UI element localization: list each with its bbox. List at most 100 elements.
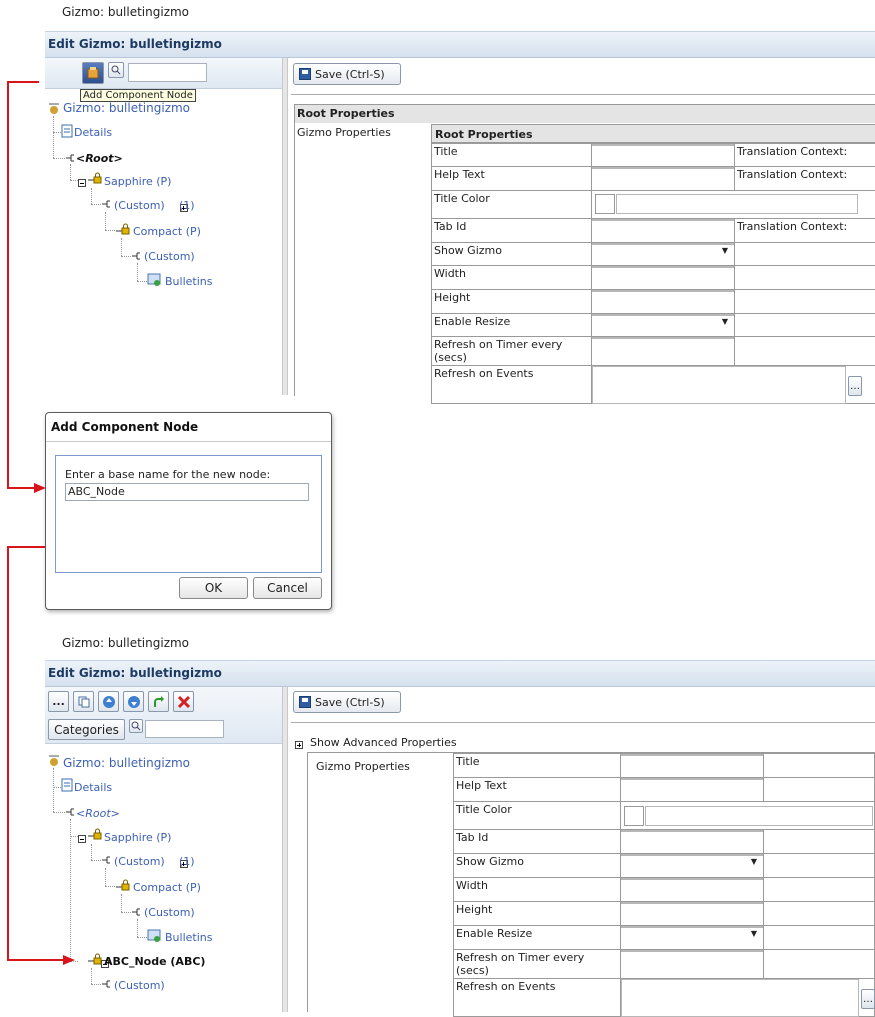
ok-button[interactable]: OK — [179, 577, 248, 599]
delete-button[interactable] — [173, 691, 194, 712]
copy-icon — [78, 696, 90, 708]
tree-details-link[interactable]: Details — [74, 126, 112, 139]
node-icon — [65, 153, 75, 163]
save-label-bottom: Save (Ctrl-S) — [315, 696, 385, 709]
arrow-down-icon — [127, 695, 141, 709]
tree-custom-2[interactable]: (Custom) — [144, 906, 195, 919]
prop-label-width: Width — [454, 878, 621, 902]
redo-button[interactable] — [148, 691, 169, 712]
refresh-timer-input-bottom[interactable] — [621, 950, 763, 952]
tree-custom-1[interactable]: (Custom) — [114, 199, 165, 212]
search-input-bottom[interactable] — [145, 720, 224, 738]
tab-id-input-bottom[interactable] — [621, 830, 763, 832]
color-swatch-bottom[interactable] — [624, 806, 644, 826]
categories-button[interactable]: Categories — [48, 719, 125, 740]
tree-sapphire[interactable]: Sapphire (P) — [104, 831, 171, 844]
tree-bulletins[interactable]: Bulletins — [165, 275, 212, 288]
prop-label-title-color: Title Color — [432, 191, 592, 219]
prop-label-title: Title — [454, 754, 621, 778]
refresh-events-textarea-bottom[interactable] — [621, 979, 859, 1017]
height-input-bottom[interactable] — [621, 902, 763, 904]
tree-custom-3[interactable]: (Custom) — [114, 979, 165, 992]
gizmo-properties-label-bottom: Gizmo Properties — [316, 760, 410, 773]
tree-custom-1[interactable]: (Custom) — [114, 855, 165, 868]
help-text-input-bottom[interactable] — [621, 778, 763, 780]
lock-node-icon — [87, 827, 103, 841]
move-up-button[interactable] — [98, 691, 119, 712]
move-down-button[interactable] — [123, 691, 144, 712]
height-input-top[interactable] — [592, 290, 734, 292]
tree-sapphire[interactable]: Sapphire (P) — [104, 175, 171, 188]
tree-custom-1-count[interactable]: (1) — [179, 855, 195, 868]
translation-context-help: Translation Context: — [735, 167, 875, 191]
properties-table-bottom: Title Help Text Title Color Tab Id Show … — [453, 753, 875, 1017]
enable-resize-select-top[interactable] — [592, 314, 734, 316]
save-icon — [299, 68, 311, 80]
cancel-button[interactable]: Cancel — [253, 577, 322, 599]
properties-table-top: TitleTranslation Context: Help TextTrans… — [431, 143, 875, 404]
prop-label-height: Height — [432, 290, 592, 314]
title-input-bottom[interactable] — [621, 754, 763, 756]
tree-compact[interactable]: Compact (P) — [133, 881, 201, 894]
prop-label-show-gizmo: Show Gizmo — [432, 243, 592, 266]
expander-advanced[interactable] — [295, 741, 303, 749]
dialog-prompt: Enter a base name for the new node: — [65, 468, 270, 481]
props-panel-bottom: Gizmo Properties Title Help Text Title C… — [307, 752, 875, 1012]
red-arrow-head — [63, 955, 75, 965]
color-input-top[interactable] — [616, 194, 858, 214]
splitter-bottom[interactable] — [282, 687, 288, 1012]
show-advanced-properties[interactable]: Show Advanced Properties — [310, 736, 457, 749]
show-gizmo-select-bottom[interactable] — [621, 854, 763, 856]
lock-node-icon — [115, 222, 131, 236]
show-gizmo-select-top[interactable] — [592, 243, 734, 245]
prop-label-tab-id: Tab Id — [454, 830, 621, 854]
node-name-input[interactable]: ABC_Node — [65, 483, 309, 501]
add-component-button[interactable] — [82, 62, 104, 84]
lock-node-icon — [87, 952, 103, 966]
search-input-top[interactable] — [128, 63, 207, 82]
search-button-top[interactable] — [108, 62, 124, 78]
refresh-timer-input-top[interactable] — [592, 337, 734, 339]
dialog-body: Enter a base name for the new node: ABC_… — [55, 455, 322, 573]
tree-details-link[interactable]: Details — [74, 781, 112, 794]
splitter-top[interactable] — [282, 58, 288, 395]
tree-root-node[interactable]: <Root> — [76, 807, 120, 820]
tab-id-input-top[interactable] — [592, 219, 734, 221]
refresh-events-textarea-top[interactable] — [592, 366, 846, 404]
chevron-down-icon: ▼ — [722, 317, 728, 326]
save-button-bottom[interactable]: Save (Ctrl-S) — [293, 691, 401, 713]
refresh-events-more-button-bottom[interactable]: … — [861, 989, 875, 1009]
red-connector — [7, 959, 64, 961]
prop-label-refresh-timer: Refresh on Timer every (secs) — [454, 950, 621, 979]
tree-custom-1-count[interactable]: (1) — [179, 199, 195, 212]
color-swatch-top[interactable] — [595, 194, 615, 214]
width-input-top[interactable] — [592, 266, 734, 268]
tree-bulletins[interactable]: Bulletins — [165, 931, 212, 944]
copy-button[interactable] — [73, 691, 94, 712]
tree-custom-2[interactable]: (Custom) — [144, 250, 195, 263]
tree-root-link[interactable]: Gizmo: bulletingizmo — [63, 101, 190, 115]
edit-header-top: Edit Gizmo: bulletingizmo — [45, 31, 875, 58]
chevron-down-icon: ▼ — [751, 857, 757, 866]
arrow-up-icon — [102, 695, 116, 709]
save-label-top: Save (Ctrl-S) — [315, 68, 385, 81]
title-input-top[interactable] — [592, 144, 734, 146]
tree-root-link[interactable]: Gizmo: bulletingizmo — [63, 756, 190, 770]
save-button-top[interactable]: Save (Ctrl-S) — [293, 63, 401, 85]
tree-abc-node[interactable]: ABC_Node (ABC) — [104, 955, 205, 968]
color-input-bottom[interactable] — [645, 806, 873, 826]
search-button-bottom[interactable] — [129, 719, 143, 733]
more-button[interactable]: ... — [48, 691, 69, 712]
enable-resize-select-bottom[interactable] — [621, 926, 763, 928]
tree-compact[interactable]: Compact (P) — [133, 225, 201, 238]
width-input-bottom[interactable] — [621, 878, 763, 880]
refresh-events-more-button-top[interactable]: … — [848, 376, 862, 396]
prop-label-refresh-events: Refresh on Events — [454, 979, 621, 1017]
bulletins-icon — [147, 273, 163, 287]
tree-root-node[interactable]: <Root> — [76, 152, 123, 165]
expander-sapphire[interactable] — [78, 835, 86, 843]
help-text-input-top[interactable] — [592, 167, 734, 169]
expander-sapphire[interactable] — [78, 179, 86, 187]
prop-label-enable-resize: Enable Resize — [454, 926, 621, 950]
props-panel-top: Root Properties Gizmo Properties Root Pr… — [294, 104, 875, 396]
